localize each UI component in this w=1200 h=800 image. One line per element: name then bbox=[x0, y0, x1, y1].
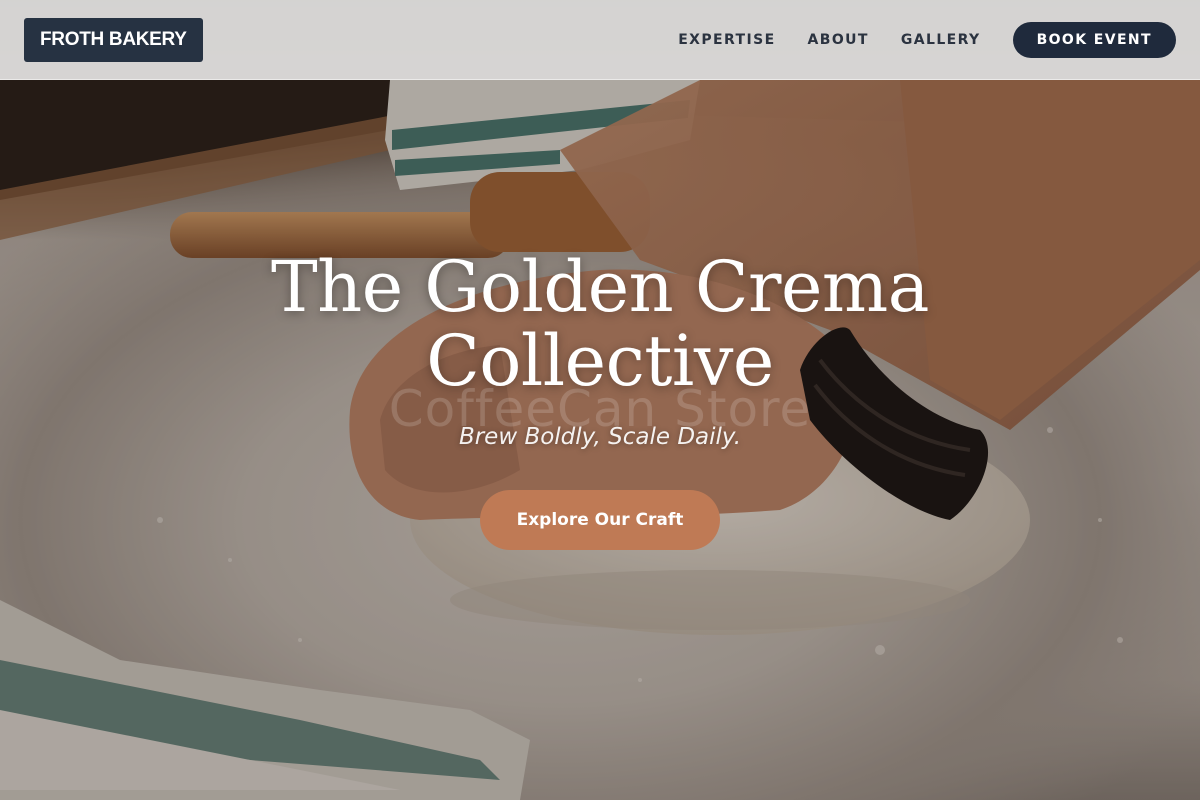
hero-title-line-1: The Golden Crema bbox=[270, 246, 930, 328]
explore-craft-button[interactable]: Explore Our Craft bbox=[480, 490, 720, 550]
nav-link-expertise[interactable]: EXPERTISE bbox=[678, 32, 775, 48]
nav-link-gallery[interactable]: GALLERY bbox=[901, 32, 981, 48]
brand-logo[interactable]: FROTH BAKERY bbox=[24, 17, 203, 62]
watermark-text: CoffeeCan Store bbox=[388, 380, 812, 438]
top-navigation-bar: FROTH BAKERY EXPERTISE ABOUT GALLERY BOO… bbox=[0, 0, 1200, 80]
book-event-button[interactable]: BOOK EVENT bbox=[1012, 21, 1176, 58]
hero-title: The Golden Crema Collective bbox=[0, 250, 1200, 398]
main-nav: EXPERTISE ABOUT GALLERY BOOK EVENT bbox=[646, 21, 1176, 58]
hero-content: The Golden Crema Collective CoffeeCan St… bbox=[0, 250, 1200, 550]
nav-link-about[interactable]: ABOUT bbox=[808, 32, 869, 48]
